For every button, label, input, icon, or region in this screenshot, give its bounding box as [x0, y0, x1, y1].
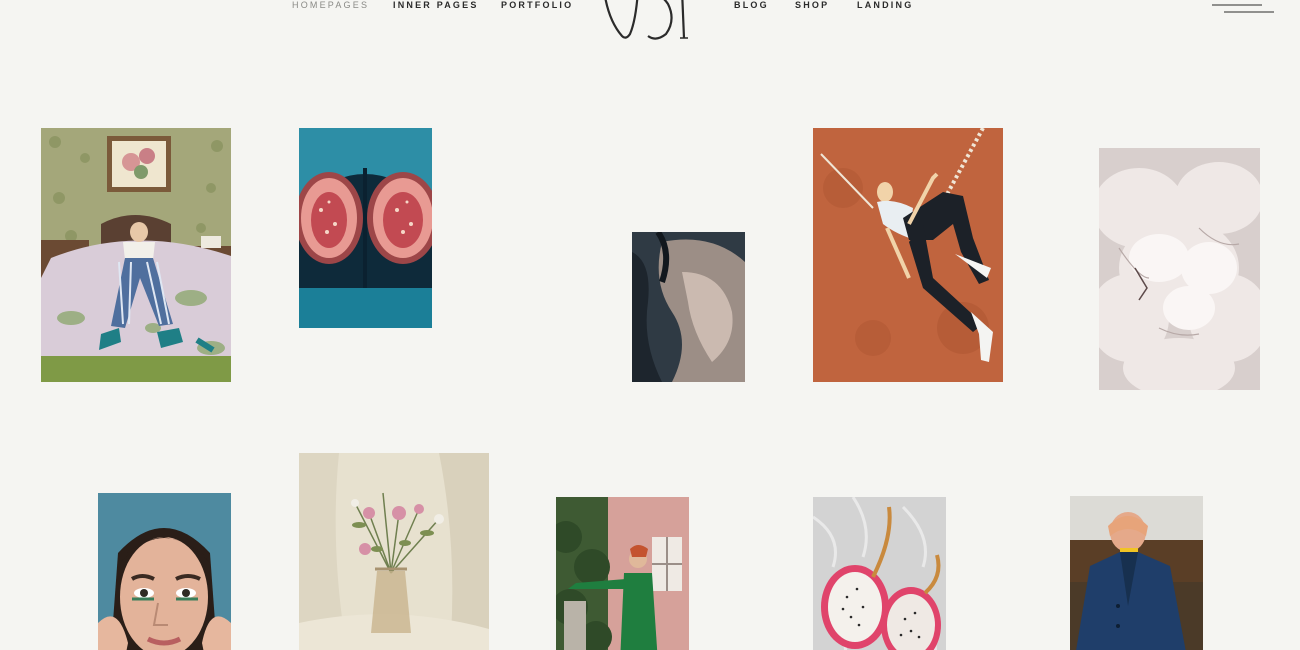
hamburger-menu-icon[interactable] [1210, 2, 1276, 16]
nav-shop[interactable]: SHOP [795, 0, 829, 10]
nav-inner-pages[interactable]: INNER PAGES [393, 0, 479, 10]
photo-dragon-fruit[interactable] [813, 497, 946, 650]
photo-woman-lying-on-bed[interactable] [41, 128, 231, 382]
nav-blog[interactable]: BLOG [734, 0, 769, 10]
photo-halved-figs[interactable] [299, 128, 432, 328]
photo-woman-portrait[interactable] [98, 493, 231, 650]
photo-painting-detail[interactable] [632, 232, 745, 382]
nav-landing[interactable]: LANDING [857, 0, 913, 10]
nav-homepages[interactable]: HOMEPAGES [292, 0, 369, 10]
page: HOMEPAGES INNER PAGES PORTFOLIO BLOG SHO… [0, 0, 1300, 650]
photo-person-in-blue-coat[interactable] [1070, 496, 1203, 650]
photo-woman-in-green[interactable] [556, 497, 689, 650]
nav-portfolio[interactable]: PORTFOLIO [501, 0, 573, 10]
photo-flowers-in-vase[interactable] [299, 453, 489, 650]
monogram-logo[interactable] [596, 0, 696, 42]
photo-man-on-orange-wall[interactable] [813, 128, 1003, 382]
photo-white-peony[interactable] [1099, 148, 1260, 390]
